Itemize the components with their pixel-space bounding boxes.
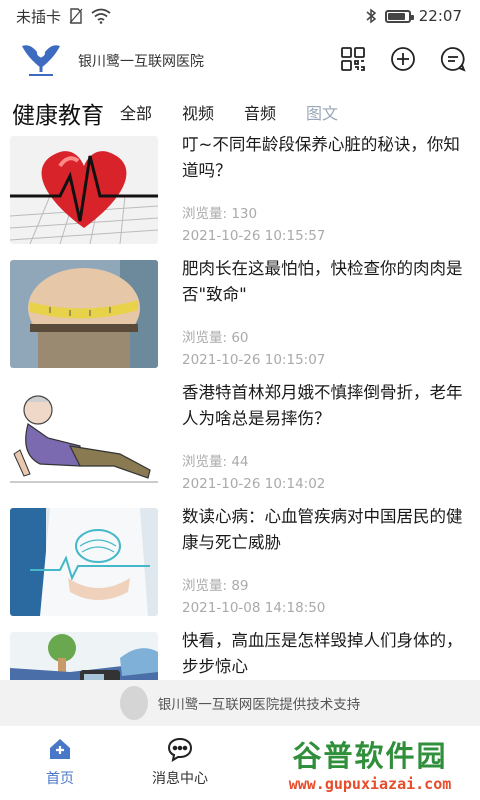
article-date: 2021-10-08 14:18:50 (182, 600, 326, 616)
tab-video[interactable]: 视频 (182, 100, 214, 130)
article-item[interactable]: 快看，高血压是怎样毁掉人们身体的，步步惊心 (0, 628, 480, 680)
home-icon (50, 739, 70, 759)
wifi-icon (91, 8, 111, 24)
battery-fill (387, 12, 405, 20)
header-actions (338, 44, 468, 74)
message-button[interactable] (438, 44, 468, 74)
article-thumbnail-doctor (10, 508, 158, 616)
watermark: 谷普软件园 www.gupuxiazai.com (262, 728, 478, 798)
qrcode-button[interactable] (338, 44, 368, 74)
watermark-title: 谷普软件园 (292, 739, 448, 773)
article-item[interactable]: 叮~不同年龄段保养心脏的秘诀，你知道吗？ 浏览量: 130 2021-10-26… (0, 132, 480, 256)
plus-circle-icon (391, 47, 415, 71)
clock: 22:07 (418, 7, 462, 25)
nav-home[interactable]: 首页 (0, 726, 120, 800)
article-item[interactable]: 香港特首林郑月娥不慎摔倒骨折，老年人为啥总是易摔伤？ 浏览量: 44 2021-… (0, 380, 480, 504)
article-thumbnail-waist (10, 260, 158, 368)
message-icon (440, 47, 466, 72)
qrcode-icon (341, 47, 365, 71)
content-tabs: 健康教育 全部 视频 音频 图文 (0, 94, 480, 130)
hospital-logo (22, 45, 60, 76)
article-list: 叮~不同年龄段保养心脏的秘诀，你知道吗？ 浏览量: 130 2021-10-26… (0, 132, 480, 680)
tab-all[interactable]: 全部 (120, 100, 152, 130)
article-thumbnail-heart (10, 136, 158, 244)
article-views: 浏览量: 44 (182, 454, 249, 470)
battery-icon (384, 9, 414, 23)
support-text: 银川鹭一互联网医院提供技术支持 (157, 697, 361, 713)
add-button[interactable] (388, 44, 418, 74)
no-sim-icon (69, 8, 83, 24)
tab-article[interactable]: 图文 (306, 100, 338, 130)
article-views: 浏览量: 60 (182, 330, 249, 346)
article-item[interactable]: 肥肉长在这最怕怕，快检查你的肉肉是否"致命" 浏览量: 60 2021-10-2… (0, 256, 480, 380)
article-title: 数读心病：心血管疾病对中国居民的健康与死亡威胁 (182, 507, 463, 552)
bluetooth-icon (366, 8, 376, 24)
article-views: 浏览量: 130 (182, 206, 258, 222)
article-thumbnail-blood-pressure (10, 632, 158, 680)
app-header: 银川鹭一互联网医院 (0, 38, 480, 84)
status-right: 22:07 (365, 7, 462, 25)
article-views: 浏览量: 89 (182, 578, 249, 594)
article-date: 2021-10-26 10:15:57 (182, 228, 326, 244)
tech-support-bar: 银川鹭一互联网医院提供技术支持 (0, 680, 480, 726)
status-bar: 未插卡 22:07 (0, 0, 480, 32)
article-thumbnail-fall (10, 384, 158, 492)
nav-home-label: 首页 (46, 771, 74, 787)
tab-audio[interactable]: 音频 (244, 100, 276, 130)
article-title: 快看，高血压是怎样毁掉人们身体的，步步惊心 (182, 631, 463, 676)
nav-messages-label: 消息中心 (152, 771, 208, 787)
nav-messages[interactable]: 消息中心 (120, 726, 240, 800)
article-date: 2021-10-26 10:14:02 (182, 476, 326, 492)
article-title: 肥肉长在这最怕怕，快检查你的肉肉是否"致命" (182, 259, 463, 304)
chat-icon (167, 737, 193, 762)
carrier-label: 未插卡 (16, 7, 62, 26)
section-title: 健康教育 (12, 103, 104, 129)
hospital-name: 银川鹭一互联网医院 (78, 54, 204, 70)
article-date: 2021-10-26 10:15:07 (182, 352, 326, 368)
status-left: 未插卡 (16, 6, 111, 27)
article-item[interactable]: 数读心病：心血管疾病对中国居民的健康与死亡威胁 浏览量: 89 2021-10-… (0, 504, 480, 628)
support-logo (119, 686, 148, 720)
article-title: 叮~不同年龄段保养心脏的秘诀，你知道吗？ (182, 135, 460, 180)
watermark-url: www.gupuxiazai.com (288, 775, 452, 793)
article-title: 香港特首林郑月娥不慎摔倒骨折，老年人为啥总是易摔伤？ (182, 383, 463, 428)
